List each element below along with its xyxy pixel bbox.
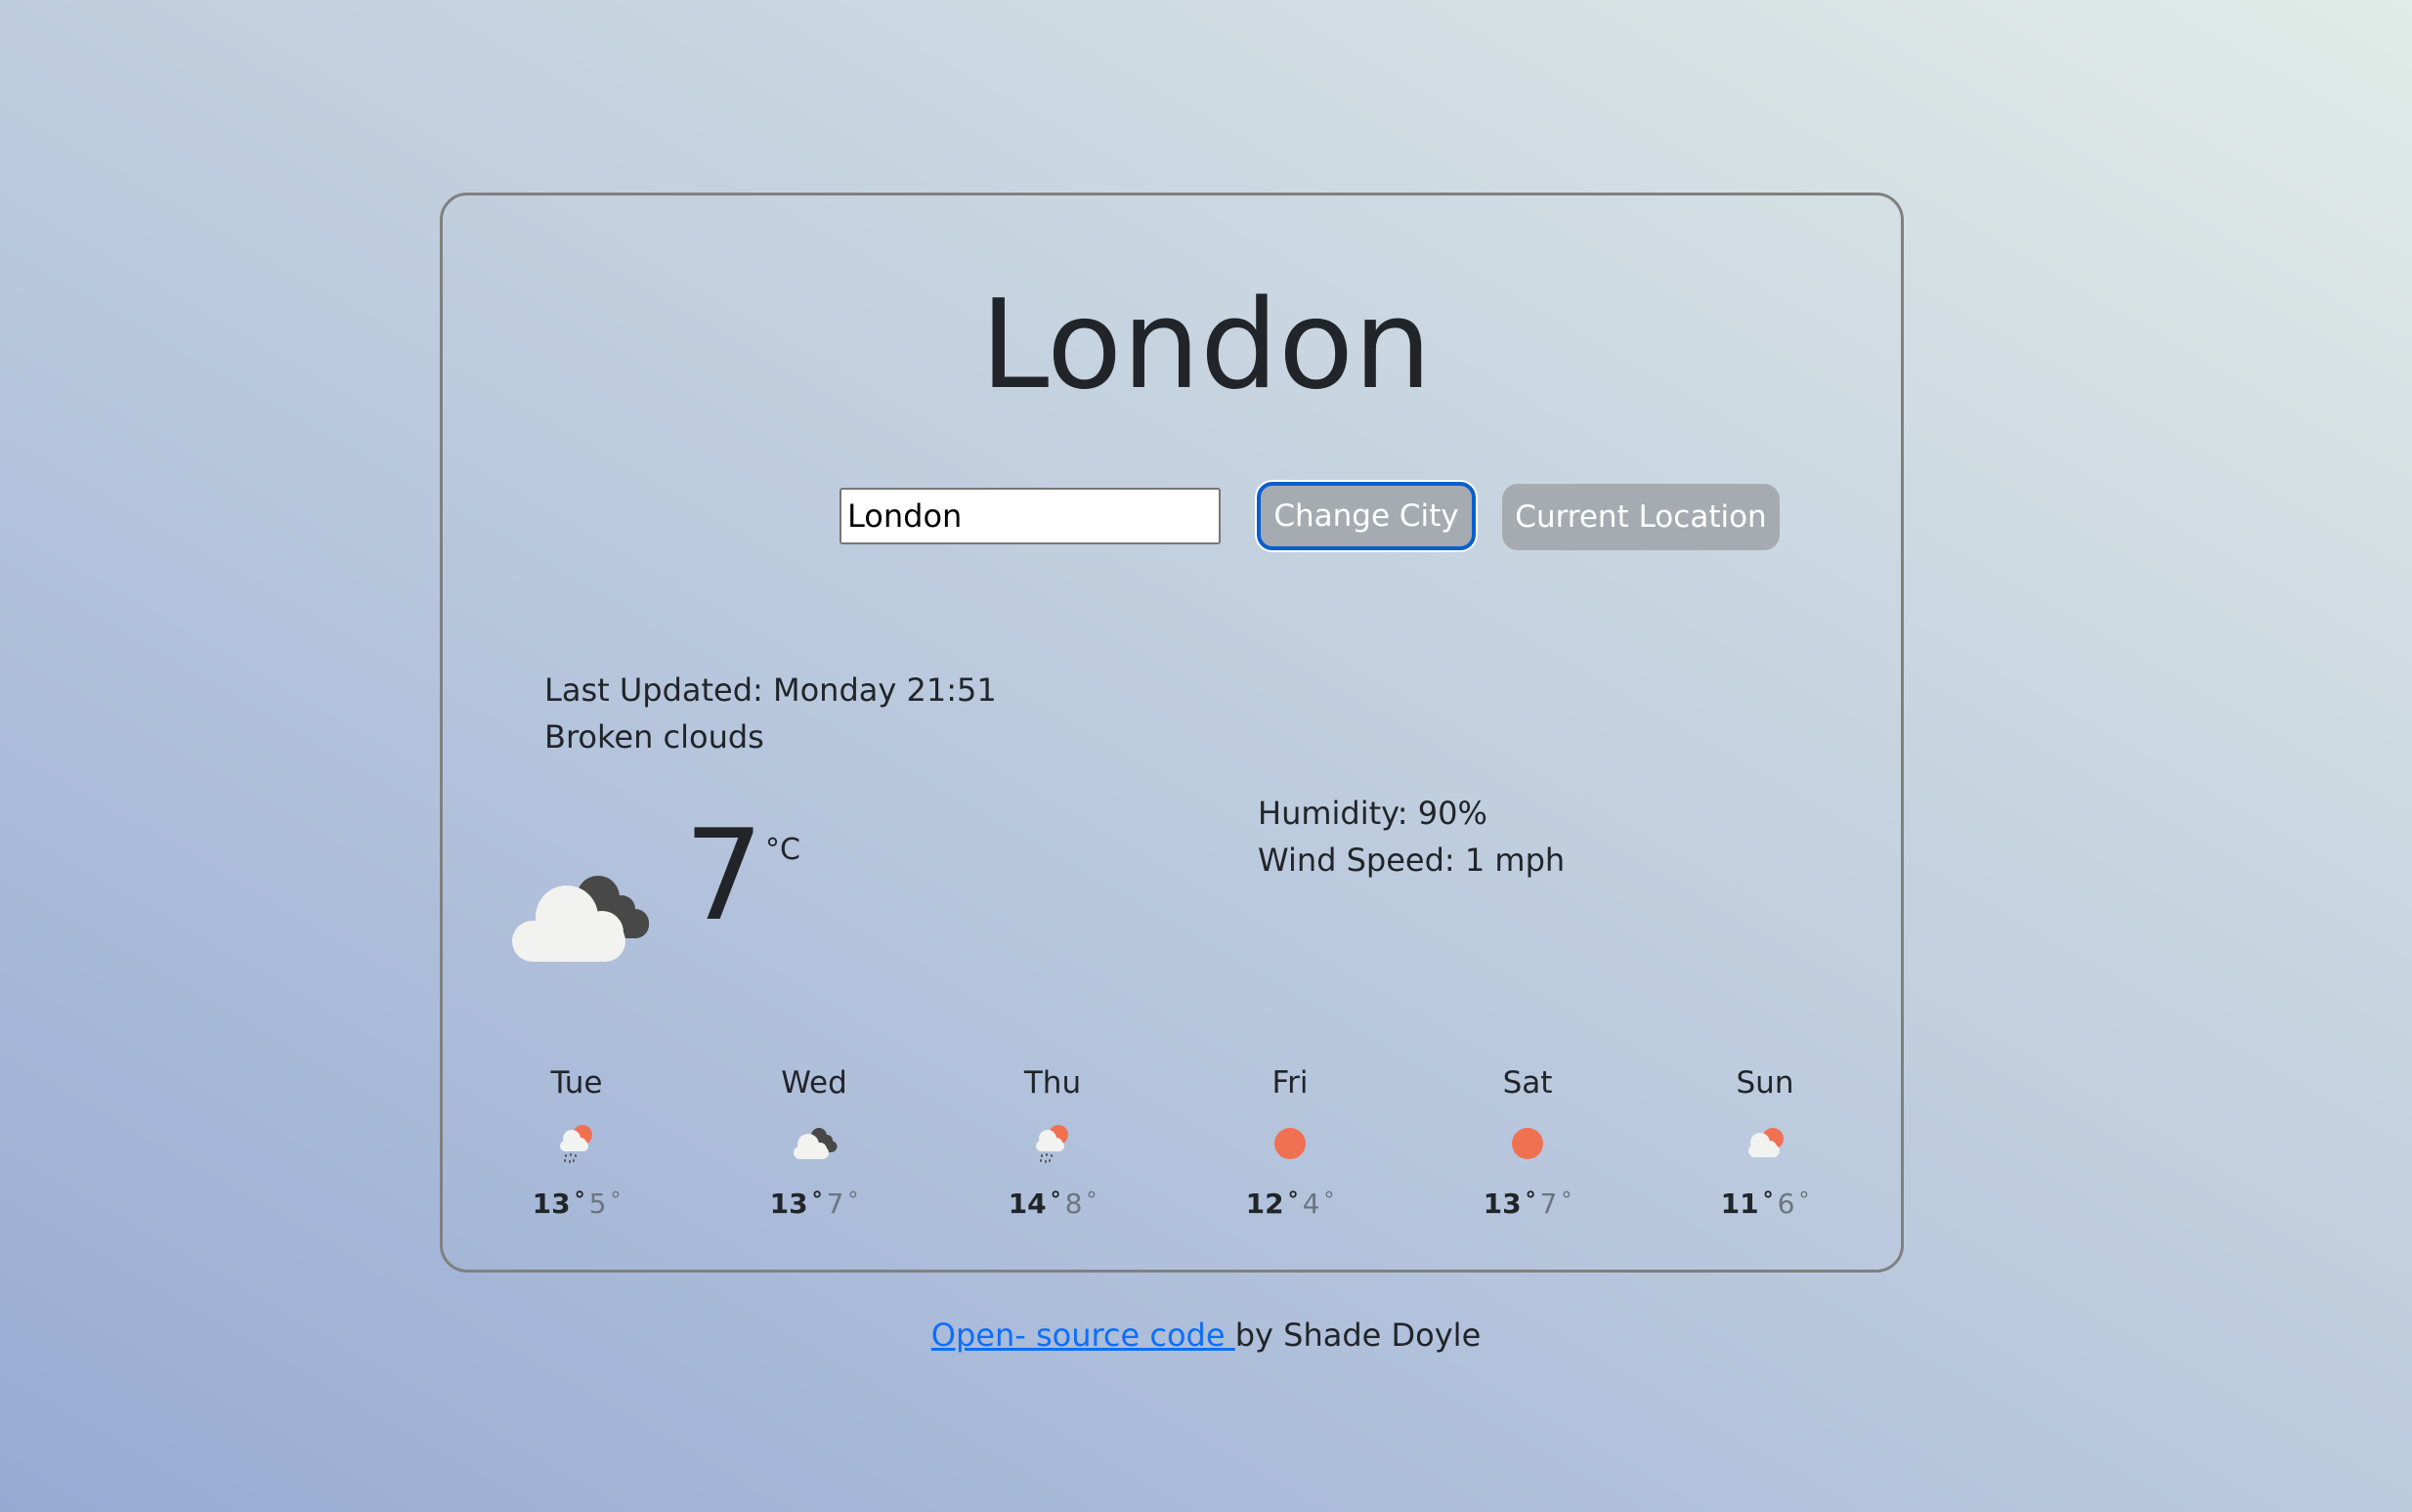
forecast-max: 14 bbox=[1008, 1188, 1047, 1220]
current-location-button[interactable]: Current Location bbox=[1502, 484, 1780, 550]
change-city-button[interactable]: Change City bbox=[1257, 482, 1476, 550]
forecast-min: 7 bbox=[1539, 1188, 1558, 1220]
open-source-link[interactable]: Open- source code bbox=[931, 1317, 1235, 1354]
forecast-day-label: Sun bbox=[1736, 1065, 1794, 1101]
forecast-day-label: Tue bbox=[550, 1065, 603, 1101]
forecast-max-degree: ° bbox=[1050, 1188, 1061, 1213]
forecast-min: 7 bbox=[826, 1188, 844, 1220]
author-credit: by Shade Doyle bbox=[1234, 1317, 1482, 1354]
forecast-day: Thu 14 ° 8 ° bbox=[955, 1060, 1150, 1224]
humidity: Humidity: 90% bbox=[1258, 795, 1487, 832]
rain-sun-icon bbox=[560, 1125, 592, 1163]
forecast-day: Fri 12 ° 4 ° bbox=[1192, 1060, 1388, 1224]
forecast-max-degree: ° bbox=[1762, 1188, 1774, 1213]
broken-clouds-icon bbox=[512, 876, 649, 962]
forecast-min-degree: ° bbox=[847, 1188, 859, 1213]
forecast-temps: 13 ° 7 ° bbox=[1430, 1182, 1625, 1224]
forecast-max: 13 bbox=[1483, 1188, 1522, 1220]
footer: Open- source code by Shade Doyle bbox=[0, 1314, 2412, 1357]
forecast-min: 8 bbox=[1064, 1188, 1083, 1220]
forecast-day-label: Fri bbox=[1271, 1065, 1309, 1101]
forecast-min-degree: ° bbox=[1086, 1188, 1098, 1213]
forecast-min: 4 bbox=[1302, 1188, 1320, 1220]
rain-sun-icon bbox=[1036, 1125, 1068, 1163]
forecast-max-degree: ° bbox=[811, 1188, 823, 1213]
forecast-day-label: Wed bbox=[781, 1065, 847, 1101]
search-form: Change City Current Location bbox=[0, 480, 2412, 553]
forecast-max-degree: ° bbox=[1287, 1188, 1299, 1213]
forecast-temps: 13 ° 5 ° bbox=[479, 1182, 674, 1224]
forecast-day: Sat 13 ° 7 ° bbox=[1430, 1060, 1625, 1224]
forecast-max: 11 bbox=[1720, 1188, 1759, 1220]
forecast-day: Tue 13 ° 5 ° bbox=[479, 1060, 674, 1224]
wind-speed: Wind Speed: 1 mph bbox=[1258, 842, 1566, 879]
forecast-max: 13 bbox=[532, 1188, 571, 1220]
forecast-day-label: Sat bbox=[1502, 1065, 1553, 1101]
forecast-temps: 12 ° 4 ° bbox=[1192, 1182, 1388, 1224]
sun-icon bbox=[1274, 1128, 1306, 1159]
forecast-min-degree: ° bbox=[1561, 1188, 1572, 1213]
forecast-day: Sun 11 ° 6 ° bbox=[1667, 1060, 1863, 1224]
forecast-min-degree: ° bbox=[610, 1188, 622, 1213]
forecast-min: 6 bbox=[1777, 1188, 1795, 1220]
broken-clouds-icon bbox=[794, 1128, 838, 1159]
forecast-min: 5 bbox=[588, 1188, 607, 1220]
forecast-max-degree: ° bbox=[1525, 1188, 1536, 1213]
forecast-max: 12 bbox=[1245, 1188, 1284, 1220]
current-temperature: 7 bbox=[684, 803, 764, 949]
forecast-min-degree: ° bbox=[1323, 1188, 1335, 1213]
forecast-row: Tue 13 ° 5 ° Wed 13 ° 7 ° Thu 14 ° 8 ° Fri 12 ° 4 ° Sat 13 ° 7 °… bbox=[0, 1060, 2412, 1236]
forecast-day: Wed 13 ° 7 ° bbox=[716, 1060, 912, 1224]
city-search-input[interactable] bbox=[840, 488, 1221, 544]
forecast-min-degree: ° bbox=[1798, 1188, 1810, 1213]
forecast-temps: 14 ° 8 ° bbox=[955, 1182, 1150, 1224]
weather-description: Broken clouds bbox=[544, 718, 764, 756]
forecast-temps: 11 ° 6 ° bbox=[1667, 1182, 1863, 1224]
city-title: London bbox=[980, 273, 1432, 416]
current-details: Humidity: 90% Wind Speed: 1 mph bbox=[1258, 790, 1565, 884]
forecast-day-label: Thu bbox=[1023, 1065, 1082, 1101]
current-meta: Last Updated: Monday 21:51 Broken clouds bbox=[544, 667, 997, 760]
forecast-max-degree: ° bbox=[574, 1188, 585, 1213]
forecast-temps: 13 ° 7 ° bbox=[716, 1182, 912, 1224]
temperature-unit: °C bbox=[765, 833, 800, 867]
forecast-max: 13 bbox=[769, 1188, 808, 1220]
sun-icon bbox=[1512, 1128, 1543, 1159]
partly-cloudy-icon bbox=[1748, 1128, 1784, 1157]
last-updated: Last Updated: Monday 21:51 bbox=[544, 671, 997, 709]
